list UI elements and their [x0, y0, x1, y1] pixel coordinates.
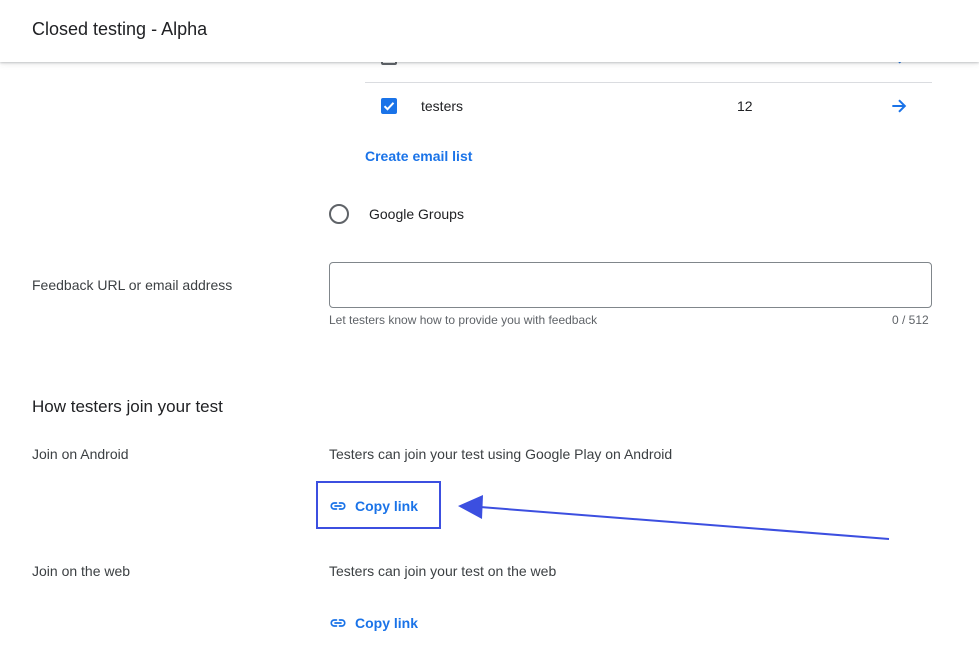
page-header: Closed testing - Alpha [0, 0, 979, 62]
page-title: Closed testing - Alpha [32, 19, 208, 39]
link-icon [330, 619, 346, 627]
arrow-forward-icon[interactable] [889, 96, 909, 116]
feedback-counter: 0 / 512 [892, 313, 929, 327]
check-icon [383, 102, 395, 111]
web-copy-link-button[interactable]: Copy link [329, 614, 418, 632]
join-section-title: How testers join your test [32, 397, 223, 416]
feedback-label: Feedback URL or email address [32, 277, 233, 293]
create-email-list-link[interactable]: Create email list [365, 148, 472, 164]
google-groups-label: Google Groups [369, 206, 464, 222]
email-list-count: 12 [737, 98, 753, 114]
web-copy-link-label: Copy link [355, 615, 419, 631]
feedback-input[interactable] [329, 262, 932, 308]
join-web-label: Join on the web [32, 563, 131, 579]
join-web-description: Testers can join your test on the web [329, 563, 557, 579]
email-list-row[interactable]: testers 12 [365, 82, 932, 128]
join-android-description: Testers can join your test using Google … [329, 446, 673, 462]
email-list-checkbox[interactable] [381, 98, 397, 114]
page: Closed testing - Alpha Nolvo testers Des… [0, 0, 979, 664]
annotation-highlight-box [316, 481, 441, 529]
join-android-label: Join on Android [32, 446, 129, 462]
feedback-hint: Let testers know how to provide you with… [329, 313, 598, 327]
email-list-name: testers [421, 98, 464, 114]
google-groups-radio[interactable] [329, 204, 349, 224]
